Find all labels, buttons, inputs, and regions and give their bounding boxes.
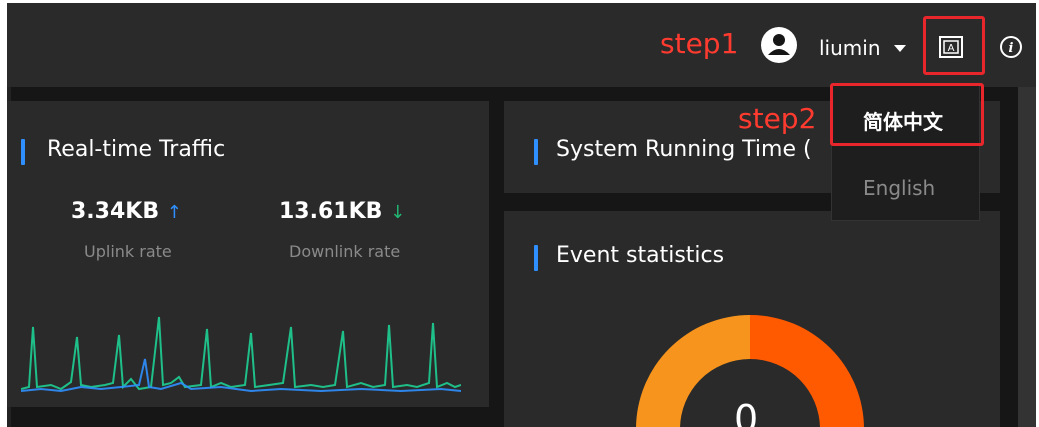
info-icon-glyph: i (1009, 41, 1014, 56)
step2-annotation: step2 (738, 102, 817, 135)
downlink-series-line (21, 316, 461, 391)
traffic-card: Real-time Traffic 3.34KB ↑ Uplink rate 1… (7, 101, 489, 407)
card-accent-bar (21, 139, 25, 165)
downlink-rate-label: Downlink rate (289, 242, 401, 261)
vertical-scrollbar[interactable] (1018, 87, 1036, 427)
event-statistics-title: Event statistics (556, 243, 725, 268)
uplink-rate-label: Uplink rate (84, 242, 172, 261)
running-time-value-start: ( (803, 137, 812, 162)
user-silhouette-icon (768, 34, 790, 55)
chevron-down-icon[interactable] (894, 45, 906, 52)
downlink-rate-value: 13.61KB ↓ (279, 199, 406, 224)
language-option-english[interactable]: English (863, 176, 935, 200)
event-total-value: 0 (734, 397, 759, 427)
language-switch-icon[interactable]: A (939, 36, 963, 58)
step2-highlight-box (830, 83, 984, 146)
info-icon[interactable]: i (999, 35, 1023, 59)
step1-annotation: step1 (660, 27, 739, 60)
donut-segment-left (636, 315, 750, 427)
uplink-rate-value: 3.34KB ↑ (71, 199, 182, 224)
arrow-up-icon: ↑ (166, 202, 182, 223)
arrow-down-icon: ↓ (390, 202, 406, 223)
running-time-title: System Running Time ( (556, 137, 812, 162)
card-accent-bar (534, 139, 538, 165)
donut-segment-right (750, 315, 864, 427)
traffic-card-title: Real-time Traffic (47, 137, 226, 162)
card-accent-bar (534, 245, 538, 271)
top-bar: step1 liumin A i (7, 3, 1036, 87)
language-icon-glyph: A (948, 43, 955, 54)
app-window: step1 liumin A i Real-time Traffic 3.34K… (7, 3, 1036, 427)
event-statistics-card: Event statistics 0 (504, 211, 1000, 427)
username-label[interactable]: liumin (819, 36, 881, 60)
traffic-sparkline-chart (21, 316, 461, 393)
user-avatar-icon[interactable] (761, 27, 797, 63)
